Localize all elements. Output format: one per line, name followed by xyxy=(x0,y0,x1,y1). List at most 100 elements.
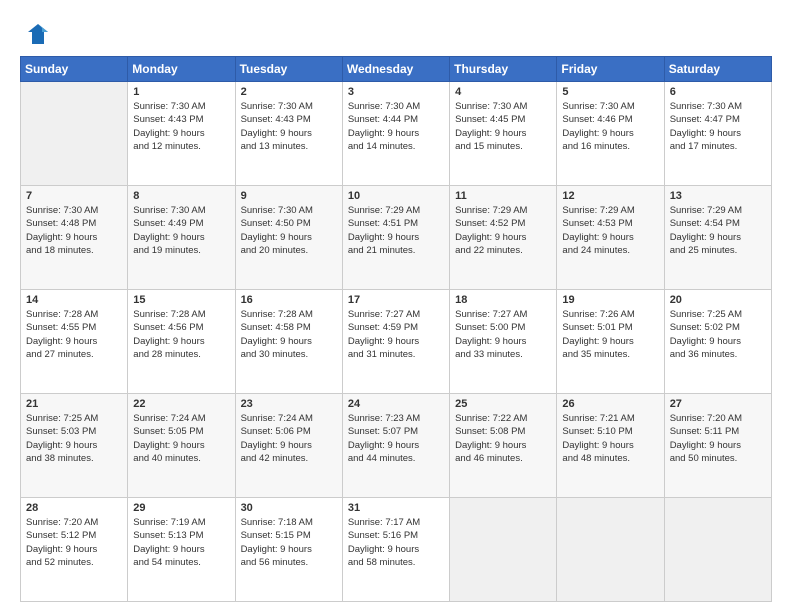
column-header-friday: Friday xyxy=(557,57,664,82)
day-info: Sunrise: 7:24 AMSunset: 5:05 PMDaylight:… xyxy=(133,412,229,465)
day-info: Sunrise: 7:25 AMSunset: 5:02 PMDaylight:… xyxy=(670,308,766,361)
day-number: 10 xyxy=(348,190,444,202)
calendar-cell: 31 Sunrise: 7:17 AMSunset: 5:16 PMDayligh… xyxy=(342,498,449,602)
calendar-cell: 23 Sunrise: 7:24 AMSunset: 5:06 PMDayligh… xyxy=(235,394,342,498)
column-header-monday: Monday xyxy=(128,57,235,82)
day-number: 28 xyxy=(26,502,122,514)
day-info: Sunrise: 7:26 AMSunset: 5:01 PMDaylight:… xyxy=(562,308,658,361)
day-number: 2 xyxy=(241,86,337,98)
calendar-cell: 12 Sunrise: 7:29 AMSunset: 4:53 PMDayligh… xyxy=(557,186,664,290)
calendar-cell: 9 Sunrise: 7:30 AMSunset: 4:50 PMDaylight… xyxy=(235,186,342,290)
day-number: 27 xyxy=(670,398,766,410)
day-info: Sunrise: 7:30 AMSunset: 4:49 PMDaylight:… xyxy=(133,204,229,257)
calendar-cell: 10 Sunrise: 7:29 AMSunset: 4:51 PMDayligh… xyxy=(342,186,449,290)
day-info: Sunrise: 7:20 AMSunset: 5:11 PMDaylight:… xyxy=(670,412,766,465)
page: SundayMondayTuesdayWednesdayThursdayFrid… xyxy=(0,0,792,612)
day-number: 24 xyxy=(348,398,444,410)
day-info: Sunrise: 7:22 AMSunset: 5:08 PMDaylight:… xyxy=(455,412,551,465)
day-info: Sunrise: 7:30 AMSunset: 4:44 PMDaylight:… xyxy=(348,100,444,153)
day-info: Sunrise: 7:23 AMSunset: 5:07 PMDaylight:… xyxy=(348,412,444,465)
calendar-cell: 11Sunrise: 7:29 AMSunset: 4:52 PMDayligh… xyxy=(450,186,557,290)
logo xyxy=(20,20,52,48)
calendar-cell: 7 Sunrise: 7:30 AMSunset: 4:48 PMDaylight… xyxy=(21,186,128,290)
calendar-cell: 15 Sunrise: 7:28 AMSunset: 4:56 PMDayligh… xyxy=(128,290,235,394)
calendar-cell: 13Sunrise: 7:29 AMSunset: 4:54 PMDayligh… xyxy=(664,186,771,290)
day-info: Sunrise: 7:30 AMSunset: 4:47 PMDaylight:… xyxy=(670,100,766,153)
calendar-cell: 5 Sunrise: 7:30 AMSunset: 4:46 PMDaylight… xyxy=(557,82,664,186)
day-number: 21 xyxy=(26,398,122,410)
calendar-cell: 18 Sunrise: 7:27 AMSunset: 5:00 PMDayligh… xyxy=(450,290,557,394)
calendar-cell: 14 Sunrise: 7:28 AMSunset: 4:55 PMDayligh… xyxy=(21,290,128,394)
day-number: 3 xyxy=(348,86,444,98)
day-info: Sunrise: 7:19 AMSunset: 5:13 PMDaylight:… xyxy=(133,516,229,569)
day-info: Sunrise: 7:30 AMSunset: 4:46 PMDaylight:… xyxy=(562,100,658,153)
calendar-cell: 25 Sunrise: 7:22 AMSunset: 5:08 PMDayligh… xyxy=(450,394,557,498)
day-number: 14 xyxy=(26,294,122,306)
day-info: Sunrise: 7:30 AMSunset: 4:50 PMDaylight:… xyxy=(241,204,337,257)
calendar-week-4: 21Sunrise: 7:25 AMSunset: 5:03 PMDayligh… xyxy=(21,394,772,498)
calendar-cell: 21Sunrise: 7:25 AMSunset: 5:03 PMDayligh… xyxy=(21,394,128,498)
day-info: Sunrise: 7:20 AMSunset: 5:12 PMDaylight:… xyxy=(26,516,122,569)
calendar-cell: 28 Sunrise: 7:20 AMSunset: 5:12 PMDayligh… xyxy=(21,498,128,602)
day-number: 22 xyxy=(133,398,229,410)
calendar-cell: 30 Sunrise: 7:18 AMSunset: 5:15 PMDayligh… xyxy=(235,498,342,602)
column-header-wednesday: Wednesday xyxy=(342,57,449,82)
day-info: Sunrise: 7:18 AMSunset: 5:15 PMDaylight:… xyxy=(241,516,337,569)
calendar-week-5: 28 Sunrise: 7:20 AMSunset: 5:12 PMDayligh… xyxy=(21,498,772,602)
day-info: Sunrise: 7:29 AMSunset: 4:53 PMDaylight:… xyxy=(562,204,658,257)
day-info: Sunrise: 7:30 AMSunset: 4:48 PMDaylight:… xyxy=(26,204,122,257)
day-info: Sunrise: 7:29 AMSunset: 4:54 PMDaylight:… xyxy=(670,204,766,257)
day-info: Sunrise: 7:28 AMSunset: 4:55 PMDaylight:… xyxy=(26,308,122,361)
calendar-header-row: SundayMondayTuesdayWednesdayThursdayFrid… xyxy=(21,57,772,82)
day-number: 1 xyxy=(133,86,229,98)
calendar-cell xyxy=(450,498,557,602)
calendar-cell: 26 Sunrise: 7:21 AMSunset: 5:10 PMDayligh… xyxy=(557,394,664,498)
day-info: Sunrise: 7:30 AMSunset: 4:45 PMDaylight:… xyxy=(455,100,551,153)
day-number: 17 xyxy=(348,294,444,306)
day-info: Sunrise: 7:24 AMSunset: 5:06 PMDaylight:… xyxy=(241,412,337,465)
day-info: Sunrise: 7:27 AMSunset: 5:00 PMDaylight:… xyxy=(455,308,551,361)
calendar-week-1: 1 Sunrise: 7:30 AMSunset: 4:43 PMDaylight… xyxy=(21,82,772,186)
day-number: 26 xyxy=(562,398,658,410)
calendar-cell: 16Sunrise: 7:28 AMSunset: 4:58 PMDayligh… xyxy=(235,290,342,394)
day-number: 20 xyxy=(670,294,766,306)
calendar-cell xyxy=(21,82,128,186)
day-info: Sunrise: 7:29 AMSunset: 4:51 PMDaylight:… xyxy=(348,204,444,257)
calendar-cell: 4Sunrise: 7:30 AMSunset: 4:45 PMDaylight… xyxy=(450,82,557,186)
day-number: 25 xyxy=(455,398,551,410)
calendar-week-2: 7 Sunrise: 7:30 AMSunset: 4:48 PMDaylight… xyxy=(21,186,772,290)
day-info: Sunrise: 7:17 AMSunset: 5:16 PMDaylight:… xyxy=(348,516,444,569)
calendar-cell: 20 Sunrise: 7:25 AMSunset: 5:02 PMDayligh… xyxy=(664,290,771,394)
column-header-thursday: Thursday xyxy=(450,57,557,82)
day-number: 23 xyxy=(241,398,337,410)
calendar-cell: 17Sunrise: 7:27 AMSunset: 4:59 PMDayligh… xyxy=(342,290,449,394)
calendar-cell: 29 Sunrise: 7:19 AMSunset: 5:13 PMDayligh… xyxy=(128,498,235,602)
day-info: Sunrise: 7:28 AMSunset: 4:56 PMDaylight:… xyxy=(133,308,229,361)
logo-icon xyxy=(20,20,48,48)
day-info: Sunrise: 7:30 AMSunset: 4:43 PMDaylight:… xyxy=(241,100,337,153)
day-info: Sunrise: 7:29 AMSunset: 4:52 PMDaylight:… xyxy=(455,204,551,257)
day-number: 31 xyxy=(348,502,444,514)
day-number: 8 xyxy=(133,190,229,202)
day-number: 5 xyxy=(562,86,658,98)
day-number: 18 xyxy=(455,294,551,306)
calendar-cell xyxy=(664,498,771,602)
day-number: 15 xyxy=(133,294,229,306)
day-number: 9 xyxy=(241,190,337,202)
day-number: 19 xyxy=(562,294,658,306)
header xyxy=(20,16,772,48)
calendar-cell: 22 Sunrise: 7:24 AMSunset: 5:05 PMDayligh… xyxy=(128,394,235,498)
day-number: 30 xyxy=(241,502,337,514)
day-number: 29 xyxy=(133,502,229,514)
day-number: 7 xyxy=(26,190,122,202)
day-number: 12 xyxy=(562,190,658,202)
column-header-saturday: Saturday xyxy=(664,57,771,82)
calendar-cell: 1Sunrise: 7:30 AMSunset: 4:43 PMDaylight… xyxy=(128,82,235,186)
calendar-cell: 6 Sunrise: 7:30 AMSunset: 4:47 PMDaylight… xyxy=(664,82,771,186)
day-info: Sunrise: 7:28 AMSunset: 4:58 PMDaylight:… xyxy=(241,308,337,361)
calendar-cell xyxy=(557,498,664,602)
day-number: 6 xyxy=(670,86,766,98)
column-header-sunday: Sunday xyxy=(21,57,128,82)
calendar-cell: 27 Sunrise: 7:20 AMSunset: 5:11 PMDayligh… xyxy=(664,394,771,498)
day-info: Sunrise: 7:21 AMSunset: 5:10 PMDaylight:… xyxy=(562,412,658,465)
